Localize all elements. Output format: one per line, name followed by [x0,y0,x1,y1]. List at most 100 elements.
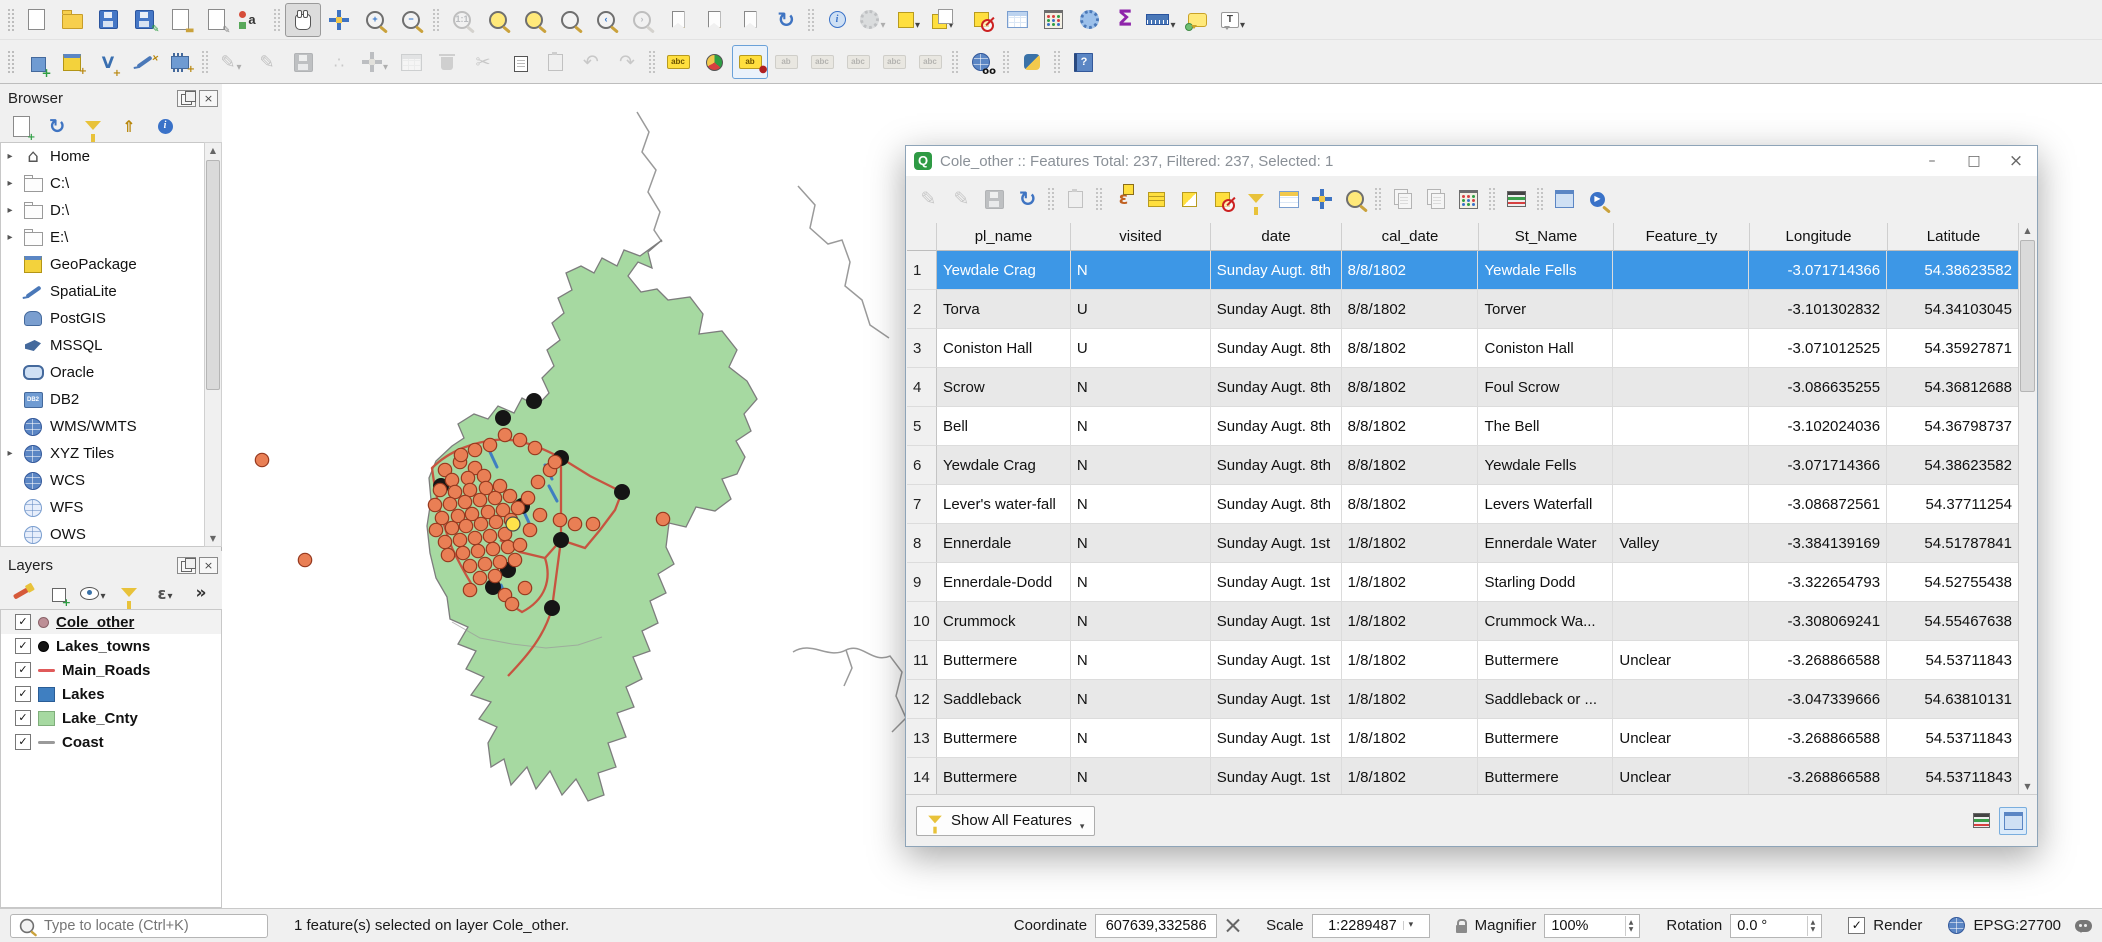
crs-globe-icon[interactable] [1948,917,1965,934]
toggle-editing-mode-button[interactable]: ✎ [912,183,945,216]
zoom-to-selected-button[interactable] [1338,183,1371,216]
cell-pl-name[interactable]: Crummock [937,602,1071,641]
cell-cal-date[interactable]: 1/8/1802 [1342,641,1479,680]
table-row[interactable]: 7Lever's water-fallNSunday Augt. 8th8/8/… [907,485,2019,524]
column-header-latitude[interactable]: Latitude [1888,223,2020,251]
properties-widget-button[interactable]: i [150,111,180,141]
row-number[interactable]: 2 [907,290,937,329]
cell-pl-name[interactable]: Buttermere [937,641,1071,680]
dock-attribute-table-button[interactable] [1548,183,1581,216]
lock-scale-icon[interactable] [1456,925,1467,933]
cell-cal-date[interactable]: 8/8/1802 [1342,368,1479,407]
cell-date[interactable]: Sunday Augt. 1st [1211,641,1342,680]
cell-pl-name[interactable]: Ennerdale [937,524,1071,563]
browser-item-wfs[interactable]: WFS [1,494,206,521]
cell-date[interactable]: Sunday Augt. 1st [1211,563,1342,602]
select-features-button[interactable]: ▾ [891,3,927,37]
row-number[interactable]: 3 [907,329,937,368]
table-row[interactable]: 10CrummockNSunday Augt. 1st1/8/1802Crumm… [907,602,2019,641]
maximize-button[interactable]: □ [1953,146,1995,176]
new-shapefile-layer-button[interactable]: V+ [90,45,126,79]
metasearch-button[interactable]: oo [963,45,999,79]
cell-longitude[interactable]: -3.101302832 [1749,290,1887,329]
actions-button[interactable]: ▶ [1581,183,1614,216]
cell-st-name[interactable]: Buttermere [1478,758,1613,794]
zoom-in-button[interactable]: + [357,3,393,37]
table-row[interactable]: 12SaddlebackNSunday Augt. 1st1/8/1802Sad… [907,680,2019,719]
cell-pl-name[interactable]: Bell [937,407,1071,446]
column-header-feature-ty[interactable]: Feature_ty [1614,223,1750,251]
cell-latitude[interactable]: 54.53711843 [1887,719,2019,758]
layer-item-coast[interactable]: ✓Coast [1,730,221,754]
new-geopackage-layer-button[interactable]: + [54,45,90,79]
row-number[interactable]: 13 [907,719,937,758]
row-number[interactable]: 1 [907,251,937,290]
browser-item-mssql[interactable]: MSSQL [1,332,206,359]
cell-feature-ty[interactable] [1613,329,1749,368]
layers-float-button[interactable] [177,557,196,574]
row-number[interactable]: 4 [907,368,937,407]
pin-unpin-labels-button[interactable]: ab [768,45,804,79]
cell-latitude[interactable]: 54.51787841 [1887,524,2019,563]
coordinate-input[interactable]: 607639,332586 [1095,914,1217,938]
cell-feature-ty[interactable]: Unclear [1613,641,1749,680]
cell-feature-ty[interactable] [1613,563,1749,602]
cell-st-name[interactable]: The Bell [1478,407,1613,446]
layer-item-lakes[interactable]: ✓Lakes [1,682,221,706]
cell-date[interactable]: Sunday Augt. 8th [1211,251,1342,290]
cell-date[interactable]: Sunday Augt. 8th [1211,329,1342,368]
cell-cal-date[interactable]: 8/8/1802 [1342,485,1479,524]
filter-by-expression-button[interactable]: ε▾ [150,578,180,608]
scroll-up-icon[interactable]: ▲ [205,143,221,158]
new-field-button[interactable] [1386,183,1419,216]
cell-st-name[interactable]: Yewdale Fells [1478,446,1613,485]
cell-longitude[interactable]: -3.071714366 [1749,251,1887,290]
cell-visited[interactable]: U [1071,290,1211,329]
zoom-to-selection-button[interactable] [516,3,552,37]
cell-cal-date[interactable]: 1/8/1802 [1342,680,1479,719]
organize-columns-button[interactable] [1272,183,1305,216]
select-by-value-button[interactable]: ▾ [927,3,963,37]
layer-item-main-roads[interactable]: ✓Main_Roads [1,658,221,682]
cell-visited[interactable]: N [1071,251,1211,290]
open-layer-styling-button[interactable] [6,578,36,608]
cell-st-name[interactable]: Crummock Wa... [1478,602,1613,641]
cell-cal-date[interactable]: 1/8/1802 [1342,524,1479,563]
cell-longitude[interactable]: -3.102024036 [1749,407,1887,446]
zoom-next-button[interactable]: › [624,3,660,37]
cell-latitude[interactable]: 54.55467638 [1887,602,2019,641]
column-header-cal-date[interactable]: cal_date [1342,223,1479,251]
column-header-visited[interactable]: visited [1071,223,1211,251]
cell-cal-date[interactable]: 8/8/1802 [1342,290,1479,329]
cell-cal-date[interactable]: 1/8/1802 [1342,719,1479,758]
table-row[interactable]: 9Ennerdale-DoddNSunday Augt. 1st1/8/1802… [907,563,2019,602]
cell-pl-name[interactable]: Coniston Hall [937,329,1071,368]
rotation-input[interactable]: 0.0 °▲▼ [1730,914,1822,938]
browser-item-c[interactable]: ▸C:\ [1,170,206,197]
cell-longitude[interactable]: -3.268866588 [1749,641,1887,680]
cell-visited[interactable]: N [1071,641,1211,680]
cell-st-name[interactable]: Ennerdale Water [1478,524,1613,563]
cell-latitude[interactable]: 54.63810131 [1887,680,2019,719]
cell-pl-name[interactable]: Saddleback [937,680,1071,719]
show-all-features-button[interactable]: Show All Features ▾ [916,806,1095,836]
cell-latitude[interactable]: 54.36812688 [1887,368,2019,407]
cell-date[interactable]: Sunday Augt. 1st [1211,719,1342,758]
cell-st-name[interactable]: Starling Dodd [1478,563,1613,602]
undo-button[interactable]: ↶ [573,45,609,79]
layer-labeling-button[interactable]: ab● [732,45,768,79]
cell-date[interactable]: Sunday Augt. 1st [1211,602,1342,641]
browser-item-home[interactable]: ▸⌂Home [1,143,206,170]
browser-item-xyz-tiles[interactable]: ▸XYZ Tiles [1,440,206,467]
cell-feature-ty[interactable] [1613,251,1749,290]
help-button[interactable]: ? [1065,45,1101,79]
cell-longitude[interactable]: -3.047339666 [1749,680,1887,719]
new-spatialite-layer-button[interactable]: + [126,45,162,79]
select-by-form-button[interactable] [1239,183,1272,216]
table-row[interactable]: 13ButtermereNSunday Augt. 1st1/8/1802But… [907,719,2019,758]
cell-date[interactable]: Sunday Augt. 8th [1211,446,1342,485]
expand-arrow-icon[interactable]: ▸ [4,179,16,189]
zoom-last-button[interactable]: ‹ [588,3,624,37]
cut-features-button[interactable]: ✂ [465,45,501,79]
spinner-buttons[interactable]: ▲▼ [1807,916,1816,936]
